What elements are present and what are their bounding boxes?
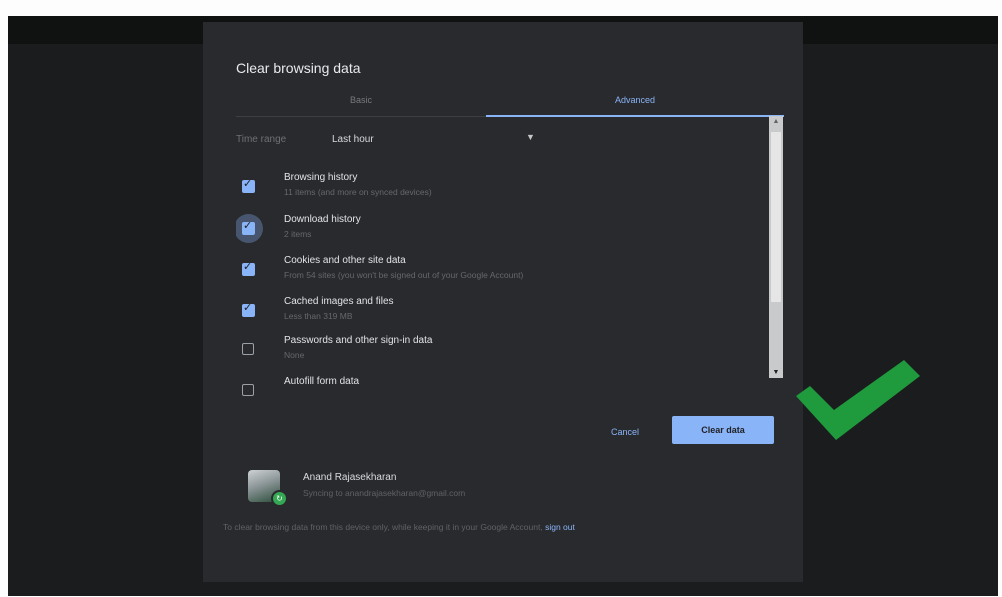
- screen: Clear browsing data Basic Advanced ▲ ▼ T…: [8, 16, 998, 596]
- time-range-row: Time range Last hour ▼: [236, 132, 535, 154]
- option-cookies[interactable]: ✓ Cookies and other site data From 54 si…: [236, 253, 776, 293]
- sign-out-link[interactable]: sign out: [545, 522, 575, 532]
- tab-advanced-underline: [486, 115, 784, 117]
- option-label: Cookies and other site data: [284, 255, 406, 266]
- cached-images-checkbox[interactable]: ✓: [242, 302, 255, 317]
- option-description: From 54 sites (you won't be signed out o…: [284, 270, 524, 280]
- option-description: Less than 319 MB: [284, 311, 353, 321]
- clear-data-button[interactable]: Clear data: [672, 416, 774, 444]
- option-label: Cached images and files: [284, 296, 394, 307]
- dropdown-arrow-icon[interactable]: ▼: [526, 132, 535, 142]
- time-range-label: Time range: [236, 134, 287, 145]
- option-autofill[interactable]: Autofill form data: [236, 374, 776, 400]
- checkmark-icon: ✓: [243, 302, 253, 314]
- download-history-checkbox[interactable]: ✓: [236, 214, 263, 243]
- footer-note: To clear browsing data from this device …: [223, 519, 783, 535]
- tab-advanced-label: Advanced: [614, 95, 656, 105]
- option-passwords[interactable]: Passwords and other sign-in data None: [236, 333, 776, 373]
- passwords-checkbox[interactable]: [242, 343, 254, 355]
- browsing-history-checkbox[interactable]: ✓: [242, 178, 255, 193]
- green-checkmark-icon: [796, 360, 920, 440]
- clear-browsing-data-dialog: Clear browsing data Basic Advanced ▲ ▼ T…: [203, 22, 803, 582]
- autofill-checkbox[interactable]: [242, 384, 254, 396]
- checkmark-icon: ✓: [243, 220, 253, 232]
- sync-icon: ↻: [271, 490, 288, 507]
- footer-text: To clear browsing data from this device …: [223, 522, 543, 532]
- option-description: 11 items (and more on synced devices): [284, 187, 432, 197]
- tab-basic[interactable]: Basic: [236, 90, 486, 116]
- option-browsing-history[interactable]: ✓ Browsing history 11 items (and more on…: [236, 170, 776, 210]
- option-label: Autofill form data: [284, 376, 360, 387]
- tab-basic-label: Basic: [349, 95, 372, 105]
- option-download-history[interactable]: ✓ Download history 2 items: [236, 212, 776, 252]
- option-label: Browsing history: [284, 172, 358, 183]
- option-description: None: [284, 350, 305, 360]
- option-cached-images[interactable]: ✓ Cached images and files Less than 319 …: [236, 294, 776, 334]
- tab-advanced[interactable]: Advanced: [486, 90, 784, 117]
- option-label: Download history: [284, 214, 361, 225]
- checkmark-icon: ✓: [243, 178, 253, 190]
- dialog-title: Clear browsing data: [236, 60, 361, 76]
- account-sync-status: Syncing to anandrajasekharan@gmail.com: [303, 488, 466, 498]
- account-name: Anand Rajasekharan: [303, 472, 397, 483]
- tab-bar: Basic Advanced: [236, 90, 784, 117]
- option-label: Passwords and other sign-in data: [284, 335, 433, 346]
- cancel-button[interactable]: Cancel: [593, 420, 657, 444]
- option-description: 2 items: [284, 229, 312, 239]
- time-range-select[interactable]: Last hour: [332, 134, 374, 145]
- checkmark-icon: ✓: [243, 261, 253, 273]
- account-info: ↻ Anand Rajasekharan Syncing to anandraj…: [248, 470, 768, 507]
- options-panel: Time range Last hour ▼ ✓ Browsing histor…: [236, 120, 786, 400]
- cookies-checkbox[interactable]: ✓: [242, 261, 255, 276]
